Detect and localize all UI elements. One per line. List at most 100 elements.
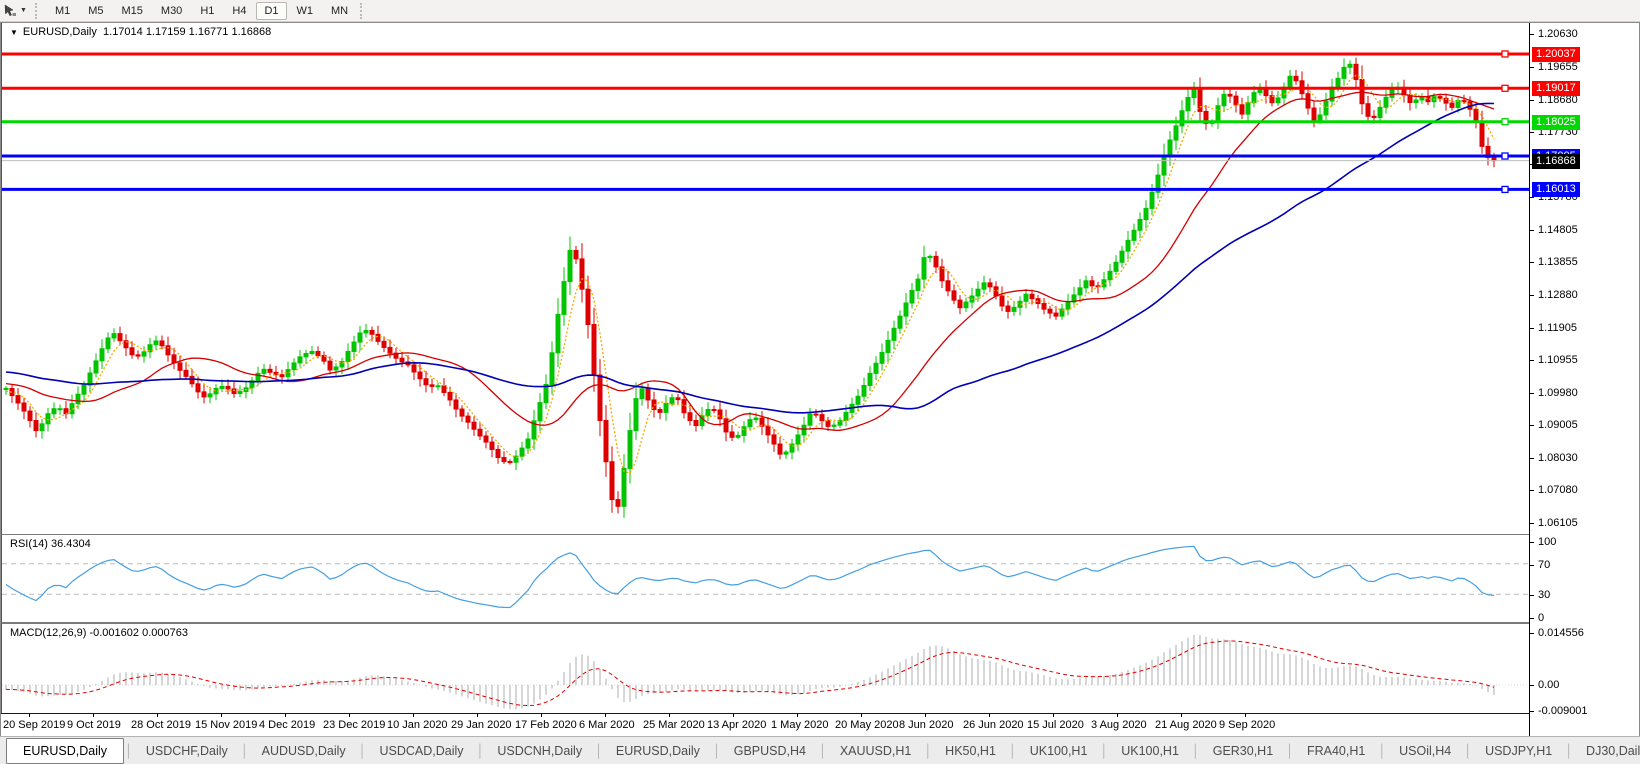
rsi-panel[interactable]: RSI(14) 36.4304 [1,534,1530,622]
timeframe-button-d1[interactable]: D1 [256,1,287,20]
date-label-10: 25 Mar 2020 [643,719,705,731]
chart-tab-usdchf-daily[interactable]: USDCHF,Daily [134,740,240,762]
chart-tab-eurusd-daily[interactable]: EURUSD,Daily [6,737,125,764]
rsi-tick-1: 70 [1538,559,1551,571]
tab-separator: │ [1565,743,1574,758]
timeframe-button-m5[interactable]: M5 [80,2,111,20]
timeframe-button-m15[interactable]: M15 [114,2,151,20]
macd-signal-line [5,640,1495,707]
date-tick-10 [669,714,670,717]
chart-tab-usoil-h4[interactable]: USOil,H4 [1387,740,1463,762]
chart-tab-dj30-daily[interactable]: DJ30,Daily [1574,740,1640,762]
level-handle-2 [1501,118,1509,126]
main-chart-panel[interactable]: ▼ EURUSD,Daily 1.17014 1.17159 1.16771 1.… [1,23,1530,534]
candles-layer [3,57,1497,518]
chart-tab-xauusd-h1[interactable]: XAUUSD,H1 [828,740,924,762]
tab-separator: │ [1378,743,1387,758]
rsi-tick-0: 100 [1538,536,1557,548]
level-price-badge-1[interactable]: 1.19017 [1532,81,1580,96]
tab-separator: │ [595,743,603,758]
candlestick-chart[interactable] [2,23,1530,534]
price-tick-15-tick [1530,523,1534,524]
price-tick-5-tick [1530,197,1534,198]
timeframe-button-w1[interactable]: W1 [289,2,322,20]
date-tick-16 [1053,714,1054,717]
price-tick-7: 1.13855 [1538,256,1578,268]
tool-dropdown-caret[interactable]: ▼ [18,7,32,14]
chart-tab-uk100-h1[interactable]: UK100,H1 [1018,740,1100,762]
price-tick-1-tick [1530,67,1534,68]
chart-tab-hk50-h1[interactable]: HK50,H1 [933,740,1008,762]
timeframe-buttons: M1 M5 M15 M30 H1 H4 D1 W1 MN [46,1,357,20]
timeframe-button-h1[interactable]: H1 [192,2,222,20]
price-tick-3-tick [1530,132,1534,133]
chart-tab-usdcnh-daily[interactable]: USDCNH,Daily [485,740,594,762]
date-tick-17 [1117,714,1118,717]
rsi-tick-3-tick [1530,618,1534,619]
timeframe-button-m1[interactable]: M1 [47,2,78,20]
tab-separator: │ [476,743,485,758]
macd-tick-2-tick [1530,711,1534,712]
level-price-badge-2[interactable]: 1.18025 [1532,115,1580,130]
tab-separator: │ [712,743,721,758]
tab-separator: │ [1100,743,1109,758]
chart-tab-eurusd-daily[interactable]: EURUSD,Daily [604,740,712,762]
date-axis[interactable]: 20 Sep 2019 9 Oct 2019 28 Oct 2019 15 Nov 2… [1,713,1529,737]
chart-tab-usdjpy-h1[interactable]: USDJPY,H1 [1473,740,1564,762]
date-label-19: 9 Sep 2020 [1219,719,1276,731]
date-tick-1 [93,714,94,717]
price-tick-13-tick [1530,458,1534,459]
price-tick-12: 1.09005 [1538,419,1578,431]
chart-tab-audusd-daily[interactable]: AUDUSD,Daily [250,740,358,762]
timeframe-button-h4[interactable]: H4 [224,2,254,20]
tab-separator: │ [358,743,367,758]
date-label-14: 8 Jun 2020 [899,719,954,731]
level-price-badge-4[interactable]: 1.16013 [1532,182,1580,197]
date-tick-15 [989,714,990,717]
date-tick-7 [477,714,478,717]
chart-tab-uk100-h1[interactable]: UK100,H1 [1109,740,1191,762]
chart-tab-usdcad-daily[interactable]: USDCAD,Daily [367,740,475,762]
cursor-tool-glyph [4,4,16,17]
macd-histogram-layer [5,635,1495,710]
date-label-15: 26 Jun 2020 [963,719,1024,731]
price-tick-12-tick [1530,425,1534,426]
cursor-tool-icon[interactable] [2,3,18,19]
rsi-tick-2: 30 [1538,589,1551,601]
rsi-tick-3: 0 [1538,612,1545,624]
rsi-label: RSI(14) 36.4304 [10,538,91,550]
date-tick-0 [29,714,30,717]
date-label-0: 20 Sep 2019 [3,719,66,731]
chart-tab-fra40-h1[interactable]: FRA40,H1 [1295,740,1377,762]
level-price-badge-0[interactable]: 1.20037 [1532,47,1580,62]
chart-tab-ger30-h1[interactable]: GER30,H1 [1201,740,1285,762]
current-price-badge: 1.16868 [1532,154,1580,169]
date-label-13: 20 May 2020 [835,719,899,731]
date-tick-11 [733,714,734,717]
timeframe-button-mn[interactable]: MN [323,2,356,20]
date-tick-18 [1181,714,1182,717]
price-tick-11: 1.09980 [1538,387,1578,399]
tab-separator: │ [1286,743,1294,758]
macd-panel[interactable]: MACD(12,26,9) -0.001602 0.000763 [1,622,1530,713]
chart-tab-gbpusd-h4[interactable]: GBPUSD,H4 [722,740,818,762]
date-label-17: 3 Aug 2020 [1091,719,1147,731]
timeframe-button-m30[interactable]: M30 [153,2,190,20]
macd-label: MACD(12,26,9) -0.001602 0.000763 [10,627,188,639]
chart-window: ▼ EURUSD,Daily 1.17014 1.17159 1.16771 1.… [0,22,1640,737]
tab-separator: │ [1191,743,1200,758]
macd-chart[interactable] [2,624,1530,713]
date-tick-13 [861,714,862,717]
price-tick-6-tick [1530,230,1534,231]
date-tick-12 [797,714,798,717]
timeframe-toolbar: ▼ M1 M5 M15 M30 H1 H4 D1 W1 MN [0,0,1640,22]
price-tick-13: 1.08030 [1538,452,1578,464]
date-label-2: 28 Oct 2019 [131,719,191,731]
date-label-1: 9 Oct 2019 [67,719,121,731]
rsi-tick-2-tick [1530,595,1534,596]
horizontal-levels-layer [2,50,1530,194]
moving-averages-layer [5,74,1495,475]
rsi-tick-1-tick [1530,565,1534,566]
rsi-chart[interactable] [2,535,1530,621]
price-axis[interactable]: 1.206301.196551.186801.177301.167551.157… [1529,23,1639,737]
